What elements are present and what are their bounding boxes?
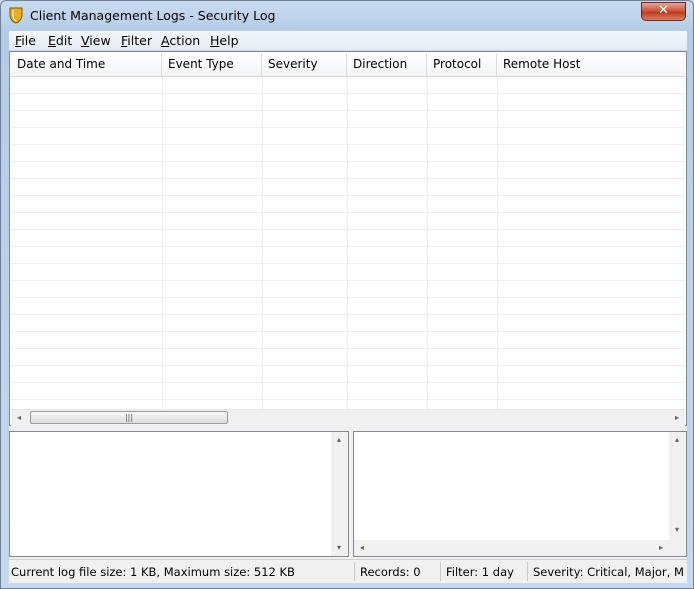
status-filter: Filter: 1 day	[446, 565, 514, 579]
column-event-type[interactable]: Event Type	[162, 53, 262, 76]
scroll-down-icon[interactable]: ▾	[669, 522, 685, 538]
menu-edit[interactable]: Edit	[48, 33, 72, 48]
scroll-right-icon[interactable]: ▸	[669, 410, 685, 426]
column-divider	[347, 77, 348, 410]
shield-icon	[9, 7, 23, 24]
vertical-scrollbar[interactable]: ▴ ▾	[331, 432, 348, 556]
status-log-size: Current log file size: 1 KB, Maximum siz…	[11, 565, 295, 579]
menu-view[interactable]: View	[81, 33, 111, 48]
status-divider	[354, 562, 355, 581]
column-divider	[497, 77, 498, 410]
column-divider	[162, 77, 163, 410]
scroll-up-icon[interactable]: ▴	[669, 432, 685, 448]
scroll-right-icon[interactable]: ▸	[653, 540, 669, 556]
column-date-time[interactable]: Date and Time	[11, 53, 162, 76]
close-icon: ✕	[658, 3, 669, 18]
menu-action[interactable]: Action	[161, 33, 200, 48]
horizontal-scrollbar[interactable]: ◂ ||| ▸	[11, 409, 685, 426]
details-pane-left[interactable]: ▴ ▾	[9, 431, 349, 557]
status-divider	[527, 562, 528, 581]
title-bar[interactable]: Client Management Logs - Security Log ✕	[1, 1, 693, 31]
status-records: Records: 0	[360, 565, 421, 579]
menu-file[interactable]: File	[15, 33, 36, 48]
list-rows	[11, 77, 685, 410]
scroll-up-icon[interactable]: ▴	[331, 432, 347, 448]
status-bar: Current log file size: 1 KB, Maximum siz…	[9, 559, 687, 583]
column-divider	[262, 77, 263, 410]
column-direction[interactable]: Direction	[347, 53, 427, 76]
list-header: Date and Time Event Type Severity Direct…	[11, 53, 685, 77]
scroll-left-icon[interactable]: ◂	[11, 410, 27, 426]
horizontal-scrollbar[interactable]: ◂ ▸	[354, 540, 669, 556]
scroll-left-icon[interactable]: ◂	[354, 540, 370, 556]
column-protocol[interactable]: Protocol	[427, 53, 497, 76]
menu-help[interactable]: Help	[210, 33, 239, 48]
details-pane-right[interactable]: ▴ ▾ ◂ ▸	[353, 431, 687, 557]
column-remote-host[interactable]: Remote Host	[497, 53, 685, 76]
vertical-scrollbar[interactable]: ▴ ▾	[669, 432, 686, 556]
status-divider	[440, 562, 441, 581]
column-divider	[427, 77, 428, 410]
close-button[interactable]: ✕	[641, 2, 686, 21]
scroll-down-icon[interactable]: ▾	[331, 540, 347, 556]
menu-filter[interactable]: Filter	[121, 33, 152, 48]
column-severity[interactable]: Severity	[262, 53, 347, 76]
scroll-thumb[interactable]: |||	[30, 411, 228, 424]
menu-bar: File Edit View Filter Action Help	[9, 31, 687, 51]
window-title: Client Management Logs - Security Log	[30, 8, 276, 23]
log-list[interactable]: Date and Time Event Type Severity Direct…	[9, 51, 687, 426]
app-window: Client Management Logs - Security Log ✕ …	[0, 0, 694, 589]
status-severity: Severity: Critical, Major, Mino	[533, 565, 685, 579]
client-area: Date and Time Event Type Severity Direct…	[9, 51, 687, 583]
